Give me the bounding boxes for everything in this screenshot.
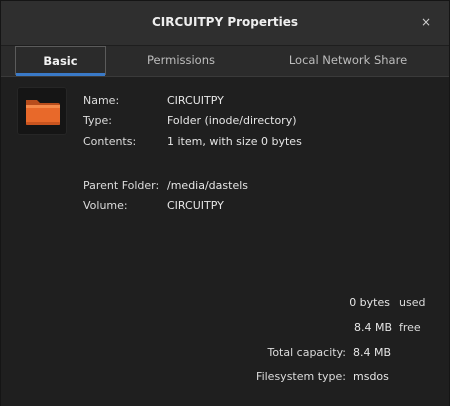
used-amount: 0 bytes bbox=[349, 296, 390, 309]
type-label: Type: bbox=[83, 114, 112, 127]
volume-label: Volume: bbox=[83, 199, 128, 212]
title-bar[interactable]: CIRCUITPY Properties × bbox=[1, 1, 449, 46]
tab-basic[interactable]: Basic bbox=[15, 46, 106, 76]
tab-basic-label: Basic bbox=[43, 54, 78, 68]
tab-permissions-label: Permissions bbox=[146, 53, 216, 67]
free-label: free bbox=[399, 321, 421, 334]
close-button[interactable]: × bbox=[419, 15, 433, 29]
folder-icon bbox=[17, 87, 67, 135]
parent-folder-label: Parent Folder: bbox=[83, 179, 160, 192]
free-amount: 8.4 MB bbox=[353, 321, 392, 334]
tab-local-network-share-label: Local Network Share bbox=[288, 53, 408, 67]
basic-panel: Name: CIRCUITPY Type: Folder (inode/dire… bbox=[1, 76, 449, 406]
filesystem-type-label: Filesystem type: bbox=[256, 370, 346, 383]
contents-label: Contents: bbox=[83, 135, 137, 148]
tab-local-network-share[interactable]: Local Network Share bbox=[263, 46, 433, 75]
type-value[interactable]: Folder (inode/directory) bbox=[167, 113, 297, 129]
close-icon: × bbox=[420, 15, 432, 29]
window-title: CIRCUITPY Properties bbox=[151, 15, 299, 29]
parent-folder-value[interactable]: /media/dastels bbox=[167, 178, 248, 194]
total-capacity-value: 8.4 MB bbox=[353, 346, 392, 359]
tab-bar: Basic Permissions Local Network Share bbox=[1, 46, 449, 76]
volume-value[interactable]: CIRCUITPY bbox=[167, 198, 224, 214]
total-capacity-label: Total capacity: bbox=[267, 346, 346, 359]
properties-dialog: CIRCUITPY Properties × Basic Permissions… bbox=[0, 0, 450, 406]
used-label: used bbox=[399, 296, 426, 309]
tab-permissions[interactable]: Permissions bbox=[116, 46, 246, 75]
name-label: Name: bbox=[83, 94, 120, 107]
name-value[interactable]: CIRCUITPY bbox=[167, 93, 224, 109]
filesystem-type-value: msdos bbox=[353, 370, 389, 383]
contents-value[interactable]: 1 item, with size 0 bytes bbox=[167, 134, 302, 150]
